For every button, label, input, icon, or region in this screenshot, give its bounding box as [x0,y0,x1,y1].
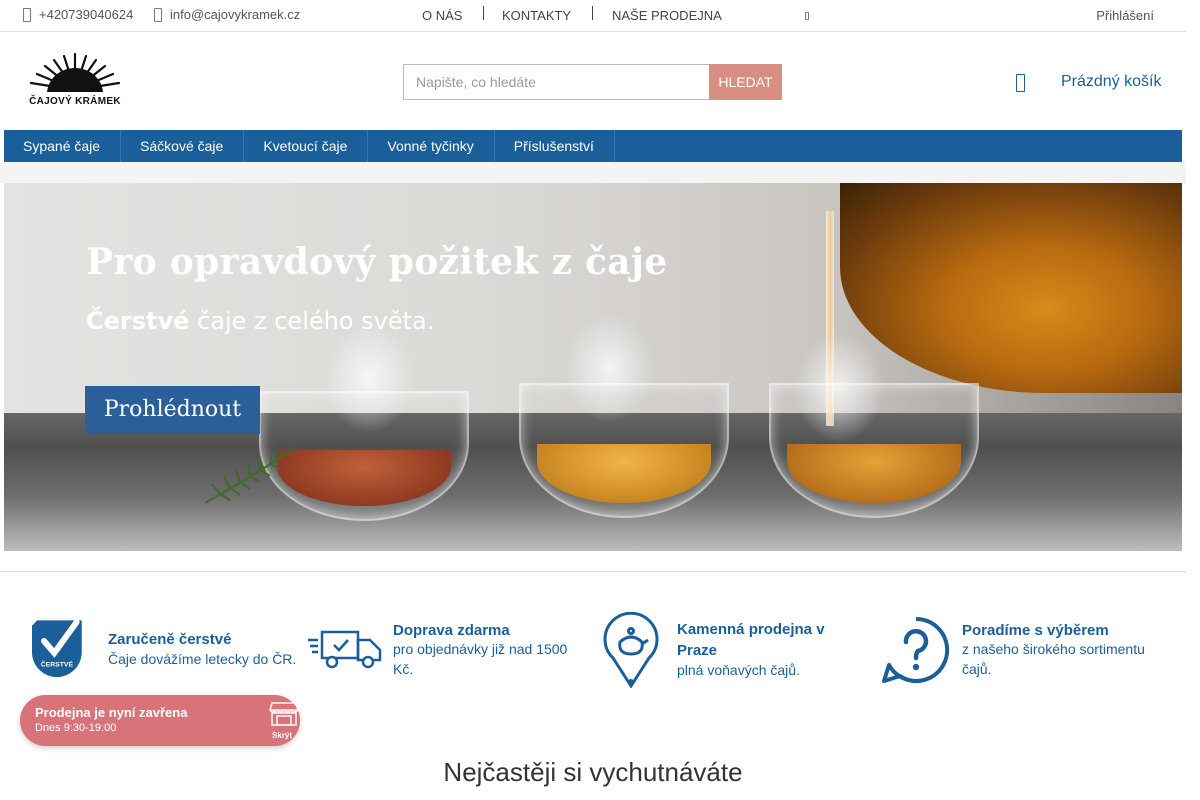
email-contact[interactable]: info@cajovykramek.cz [154,7,300,22]
store-status-text: Prodejna je nyní zavřena [35,705,188,720]
category-nav: Sypané čaje Sáčkové čaje Kvetoucí čaje V… [4,130,1182,162]
usp-title: Zaručeně čerstvé [108,631,232,648]
banner-subtitle: Čerstvé čaje z celého světa. [86,307,434,335]
topbar-small-icon [805,12,809,20]
usp-advice: Poradíme s výběrem z našeho širokého sor… [881,612,1161,692]
phone-icon [23,7,31,22]
usp-store-prague: Kamenná prodejna v Praze plná voňavých č… [603,612,883,692]
store-status-widget: Prodejna je nyní zavřena Dnes 9:30-19:00… [20,695,300,746]
top-nav-store[interactable]: NAŠE PRODEJNA [612,8,722,23]
phone-contact[interactable]: +420739040624 [23,7,133,22]
category-accessories[interactable]: Příslušenství [495,130,615,162]
category-bag-tea[interactable]: Sáčkové čaje [121,130,245,162]
top-nav-about[interactable]: O NÁS [422,8,462,23]
usp-subtitle: Čaje dovážíme letecky do ČR. [108,651,297,667]
usp-title: Kamenná prodejna v Praze [677,621,825,659]
search-bar: HLEDAT [403,64,782,100]
usp-subtitle: z našeho širokého sortimentu čajů. [962,641,1145,677]
banner-tea-liquid [537,443,711,503]
category-blooming-tea[interactable]: Kvetoucí čaje [244,130,369,162]
search-button[interactable]: HLEDAT [709,64,782,100]
usp-title: Doprava zdarma [393,622,510,639]
email-address[interactable]: info@cajovykramek.cz [170,7,300,22]
fresh-badge-text: ČERSTVÉ [41,660,74,669]
top-nav-divider [592,6,593,20]
usp-fresh: ČERSTVÉ Zaručeně čerstvé Čaje dovážíme l… [32,612,312,692]
banner-subtitle-emphasis: Čerstvé [86,307,190,335]
email-icon [154,7,162,22]
category-incense[interactable]: Vonné tyčinky [368,130,495,162]
usp-title: Poradíme s výběrem [962,622,1109,639]
banner-subtitle-text: čaje z celého světa. [189,307,435,335]
top-nav-divider [483,6,484,20]
usp-divider [0,571,1186,572]
storefront-icon[interactable] [269,701,299,727]
store-widget-hide-button[interactable]: Skrýt [272,731,292,740]
search-input[interactable] [403,64,709,100]
phone-number[interactable]: +420739040624 [39,7,133,22]
cart-label[interactable]: Prázdný košík [1061,73,1161,91]
usp-free-delivery: Doprava zdarma pro objednávky již nad 15… [308,612,588,692]
site-logo[interactable]: ČAJOVÝ KRÁMEK [26,50,124,108]
logo-text: ČAJOVÝ KRÁMEK [29,96,121,107]
section-title: Nejčastěji si vychutnáváte [443,757,743,787]
usp-subtitle: plná voňavých čajů. [677,662,800,678]
category-loose-tea[interactable]: Sypané čaje [4,130,122,162]
store-hours-text: Dnes 9:30-19:00 [35,722,117,734]
hero-banner[interactable]: Pro opravdový požitek z čaje Čerstvé čaj… [4,183,1182,551]
top-bar: +420739040624 info@cajovykramek.cz O NÁS… [0,0,1186,32]
sun-logo-icon [26,52,124,96]
fresh-badge-icon: ČERSTVÉ [32,619,82,677]
cart-icon[interactable] [1016,74,1025,92]
teapot-location-icon [603,612,659,688]
banner-browse-button[interactable]: Prohlédnout [85,386,260,434]
banner-teapot [840,183,1182,393]
usp-subtitle: pro objednávky již nad 1500 Kč. [393,641,568,677]
rosemary-sprig-image [204,447,296,504]
banner-tea-liquid [277,449,451,507]
banner-tea-liquid [787,443,961,503]
delivery-truck-icon [308,630,382,669]
top-nav-contacts[interactable]: KONTAKTY [502,8,571,23]
question-bubble-icon [882,616,950,683]
login-link[interactable]: Přihlášení [1096,8,1154,23]
banner-title: Pro opravdový požitek z čaje [86,241,668,283]
nav-spacer [0,162,1186,183]
